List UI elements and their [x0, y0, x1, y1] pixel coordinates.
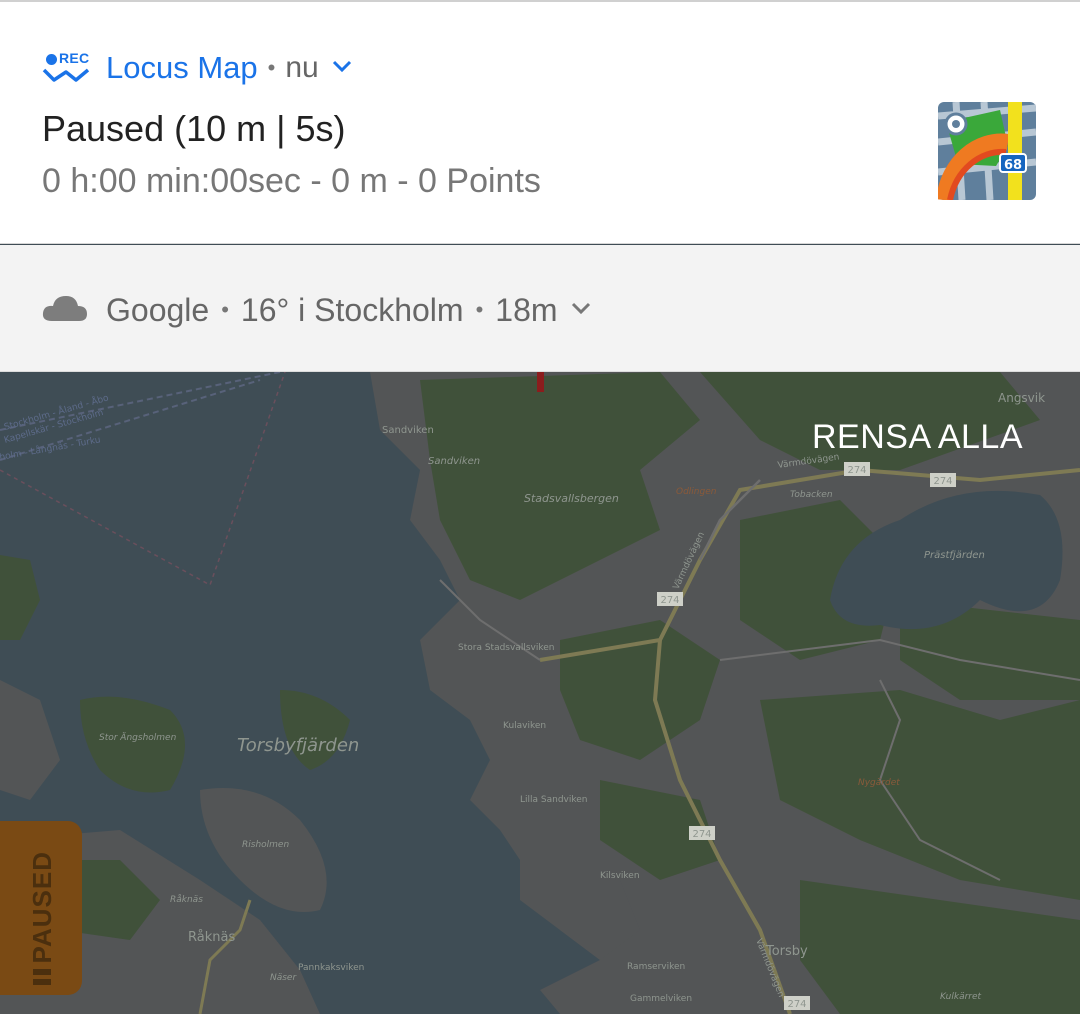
- map-label: Sandviken: [428, 456, 480, 467]
- notification-title: Paused (10 m | 5s): [42, 108, 346, 149]
- notification-subtitle: 0 h:00 min:00sec - 0 m - 0 Points: [42, 162, 541, 200]
- road-badge: 274: [784, 996, 810, 1010]
- map-label: Gammelviken: [630, 994, 692, 1004]
- svg-text:274: 274: [847, 465, 866, 476]
- map-label: Nygärdet: [858, 778, 900, 788]
- paused-tab[interactable]: PAUSED: [0, 821, 82, 995]
- road-badge: 274: [844, 462, 870, 476]
- pause-icon: [33, 969, 51, 986]
- map-label: Angsvik: [998, 391, 1045, 405]
- weather-notification[interactable]: Google • 16° i Stockholm • 18m: [0, 245, 1080, 372]
- map-label: Kilsviken: [600, 871, 640, 881]
- road-badge: 274: [930, 473, 956, 487]
- map-label: Ramserviken: [627, 962, 685, 972]
- map-label: Kulkärret: [940, 992, 982, 1002]
- road-badge: 274: [657, 592, 683, 606]
- map-label: Lilla Sandviken: [520, 795, 588, 805]
- map-label: Stor Ängsholmen: [99, 732, 177, 743]
- separator-dot: •: [475, 297, 484, 322]
- rec-icon: REC: [42, 48, 90, 88]
- map-label: Stadsvallsbergen: [524, 492, 619, 505]
- map-label: Sandviken: [382, 425, 434, 436]
- map-label: Näser: [270, 973, 297, 983]
- cloud-icon: [42, 293, 88, 328]
- svg-text:274: 274: [933, 476, 952, 487]
- expand-chevron-icon[interactable]: [331, 59, 353, 78]
- map-label: Torsby: [765, 944, 808, 959]
- app-name: Locus Map: [106, 50, 258, 85]
- locus-app-icon: 68: [936, 101, 1037, 202]
- map-label: Stora Stadsvallsviken: [458, 643, 554, 653]
- map-canvas[interactable]: 274 274 274 274 274 Torsbyfjärden Stadsv…: [0, 372, 1080, 1014]
- map-label: Råknäs: [170, 894, 203, 905]
- clear-all-button[interactable]: RENSA ALLA: [812, 418, 1023, 457]
- map-label: Prästfjärden: [924, 550, 985, 561]
- weather-time: 18m: [495, 291, 558, 328]
- road-badge: 274: [689, 826, 715, 840]
- map-label: Odlingen: [676, 487, 717, 497]
- map-label: Risholmen: [242, 840, 289, 850]
- weather-summary: 16° i Stockholm: [240, 291, 464, 328]
- paused-label: PAUSED: [26, 851, 57, 964]
- weather-row: Google • 16° i Stockholm • 18m: [42, 285, 592, 335]
- separator-dot: •: [267, 55, 276, 80]
- map-label: Tobacken: [790, 490, 833, 500]
- separator-dot: •: [221, 297, 229, 322]
- expand-chevron-icon[interactable]: [570, 301, 592, 320]
- map-view[interactable]: 274 274 274 274 274 Torsbyfjärden Stadsv…: [0, 372, 1080, 1014]
- map-label: Torsbyfjärden: [237, 735, 359, 756]
- svg-text:274: 274: [660, 595, 679, 606]
- map-label: Råknäs: [188, 930, 235, 945]
- locus-notification[interactable]: REC Locus Map • nu Paused (10 m | 5s) 0 …: [0, 0, 1080, 244]
- notification-header: REC Locus Map • nu: [42, 46, 353, 90]
- notification-time: nu: [285, 51, 319, 84]
- map-label: Pannkaksviken: [298, 963, 364, 973]
- svg-text:68: 68: [1004, 158, 1022, 173]
- svg-text:274: 274: [787, 999, 806, 1010]
- svg-text:274: 274: [692, 829, 711, 840]
- map-label: Kulaviken: [503, 721, 546, 731]
- weather-source: Google: [106, 291, 210, 328]
